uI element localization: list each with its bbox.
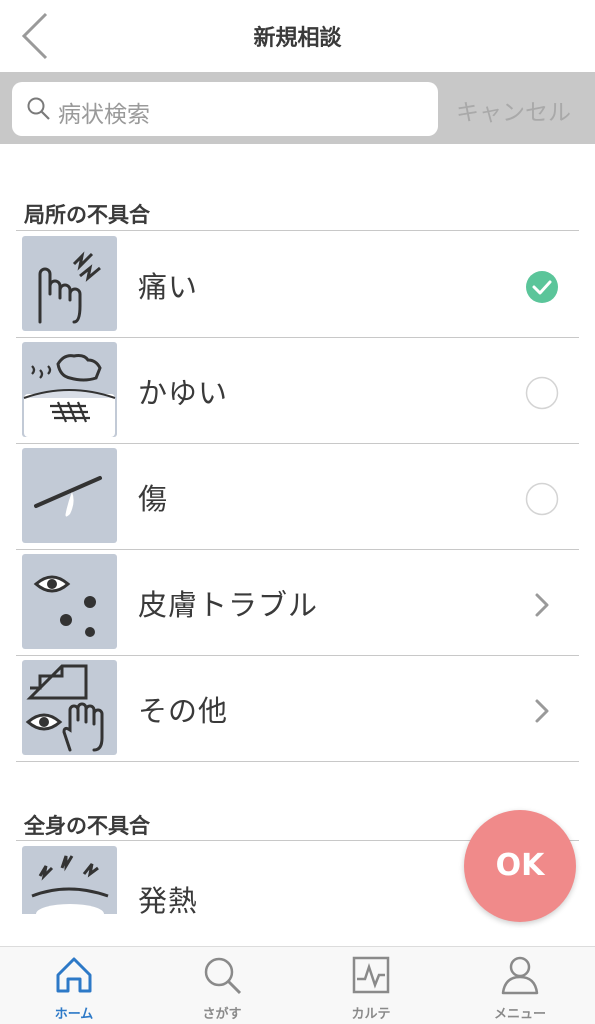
- list-item-pain[interactable]: 痛い: [16, 232, 579, 338]
- list-item-wound[interactable]: 傷: [16, 444, 579, 550]
- tab-label: ホーム: [54, 1007, 94, 1022]
- list-item-skin-trouble[interactable]: 皮膚トラブル: [16, 550, 579, 656]
- section-title-local: 局所の不具合: [24, 203, 150, 227]
- cancel-button[interactable]: キャンセル: [456, 93, 571, 127]
- fever-head-icon: [22, 846, 117, 914]
- search-bar: 病状検索 キャンセル: [0, 72, 595, 144]
- tab-karte[interactable]: カルテ: [297, 947, 445, 1024]
- list-item-other[interactable]: その他: [16, 656, 579, 762]
- tab-label: さがす: [202, 1007, 242, 1022]
- tab-bar: ホーム さがす カルテ メニュー: [0, 946, 595, 1024]
- ok-button[interactable]: OK: [464, 810, 576, 922]
- finger-pain-icon: [22, 236, 117, 331]
- radio-empty-icon[interactable]: [525, 482, 559, 516]
- search-icon: [27, 97, 50, 120]
- list-item-label: 傷: [138, 482, 169, 516]
- list-item-label: かゆい: [138, 376, 229, 410]
- tab-label: メニュー: [493, 1007, 546, 1022]
- section-title-general: 全身の不具合: [24, 814, 150, 838]
- tab-label: カルテ: [351, 1007, 391, 1022]
- tab-menu[interactable]: メニュー: [446, 947, 594, 1024]
- list-item-itch[interactable]: かゆい: [16, 338, 579, 444]
- search-icon: [204, 957, 242, 995]
- list-item-label: 痛い: [138, 270, 199, 304]
- list-item-label: 発熱: [138, 884, 199, 914]
- other-symptoms-icon: [22, 660, 117, 755]
- wound-icon: [22, 448, 117, 543]
- tab-home[interactable]: ホーム: [0, 947, 148, 1024]
- section-divider: [16, 230, 579, 231]
- user-menu-icon: [501, 956, 539, 995]
- chevron-right-icon[interactable]: [525, 588, 559, 622]
- checkmark-icon[interactable]: [525, 270, 559, 304]
- chart-record-icon: [352, 956, 390, 994]
- list-item-label: 皮膚トラブル: [138, 588, 319, 622]
- chevron-right-icon[interactable]: [525, 694, 559, 728]
- skin-spots-icon: [22, 554, 117, 649]
- list-item-label: その他: [138, 694, 229, 728]
- navigation-bar: 新規相談: [0, 0, 595, 72]
- search-input[interactable]: 病状検索: [12, 82, 438, 136]
- radio-empty-icon[interactable]: [525, 376, 559, 410]
- row-divider: [16, 761, 579, 762]
- search-placeholder: 病状検索: [58, 102, 150, 128]
- home-icon: [56, 957, 92, 993]
- page-title: 新規相談: [253, 26, 342, 51]
- tab-search[interactable]: さがす: [148, 947, 296, 1024]
- scratching-hand-icon: [22, 342, 117, 437]
